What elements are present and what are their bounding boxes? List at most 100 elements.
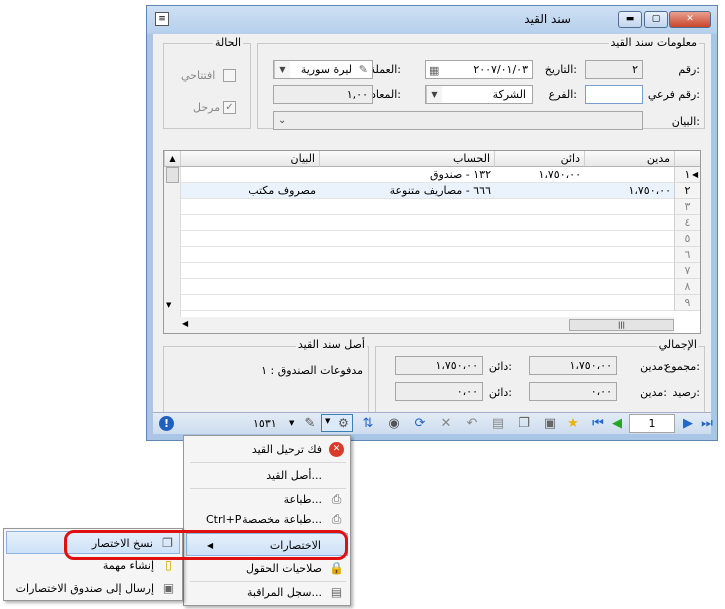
statement-cell[interactable]: مصروف مكتب	[180, 183, 319, 198]
account-cell[interactable]	[319, 279, 494, 294]
account-cell[interactable]	[319, 247, 494, 262]
account-cell[interactable]	[319, 263, 494, 278]
branch-dropdown[interactable]: الشركة ▼	[425, 85, 533, 104]
debit-column-header[interactable]: مدين	[584, 151, 674, 167]
credit-cell[interactable]: ١،٧٥٠،٠٠	[494, 167, 584, 182]
credit-cell[interactable]	[494, 263, 584, 278]
balance-credit-field[interactable]: ٠،٠٠	[395, 382, 483, 401]
subnumber-field[interactable]	[585, 85, 643, 104]
vertical-scrollbar[interactable]: ▼	[164, 167, 181, 333]
row-number[interactable]: ٢	[674, 183, 700, 199]
chevron-down-icon[interactable]: ▼	[274, 61, 290, 78]
horizontal-scrollbar[interactable]: ||| ◀	[180, 317, 674, 333]
balance-debit-field[interactable]: ٠،٠٠	[529, 382, 617, 401]
currency-dropdown[interactable]: ليرة سورية ✎ ▼	[273, 60, 373, 79]
account-cell[interactable]: ١٣٢ - صندوق	[319, 167, 494, 182]
row-number[interactable]: ٤	[674, 215, 700, 231]
submenu-item-send-to-box[interactable]: إرسال إلى صندوق الاختصارات ▣	[6, 577, 180, 600]
debit-cell[interactable]	[584, 279, 674, 294]
debit-cell[interactable]	[584, 247, 674, 262]
credit-cell[interactable]	[494, 279, 584, 294]
table-row[interactable]	[180, 279, 674, 295]
row-number[interactable]: ٩	[674, 295, 700, 311]
statement-cell[interactable]	[180, 199, 319, 214]
row-number[interactable]: ٧	[674, 263, 700, 279]
debit-cell[interactable]	[584, 215, 674, 230]
sort-icon[interactable]: ⇅	[360, 416, 376, 432]
credit-cell[interactable]	[494, 247, 584, 262]
sum-debit-field[interactable]: ١،٧٥٠،٠٠	[529, 356, 617, 375]
row-number[interactable]: ٥	[674, 231, 700, 247]
statement-cell[interactable]	[180, 231, 319, 246]
debit-cell[interactable]	[584, 199, 674, 214]
attachment-icon[interactable]: ✎	[302, 416, 318, 432]
menu-item-field-permissions[interactable]: صلاحيات الحقول 🔒	[186, 557, 348, 580]
refresh-icon[interactable]: ⟳	[412, 416, 428, 432]
table-row[interactable]	[180, 263, 674, 279]
chevron-down-icon[interactable]: ▼	[426, 86, 442, 103]
table-row[interactable]	[180, 295, 674, 311]
minimize-button[interactable]: ▬	[618, 11, 642, 28]
scroll-down-arrow-icon[interactable]: ▼	[166, 301, 171, 309]
statement-cell[interactable]	[180, 279, 319, 294]
statement-column-header[interactable]: البيان	[180, 151, 319, 167]
credit-cell[interactable]	[494, 215, 584, 230]
debit-cell[interactable]	[584, 167, 674, 182]
save-icon[interactable]: ▣	[542, 416, 558, 432]
copy-icon[interactable]: ❐	[516, 416, 532, 432]
statement-cell[interactable]	[180, 167, 319, 182]
account-cell[interactable]	[319, 199, 494, 214]
menu-item-audit-log[interactable]: سجل المراقبة... ▤	[186, 581, 348, 604]
table-row[interactable]: ١،٧٥٠،٠٠ ١٣٢ - صندوق	[180, 167, 674, 183]
number-field[interactable]: ٢	[585, 60, 643, 79]
opening-checkbox[interactable]	[223, 69, 236, 82]
title-bar[interactable]: ≡ سند القيد ▬ ▢ ✕	[147, 6, 717, 34]
info-icon[interactable]: !	[159, 416, 174, 431]
table-row[interactable]	[180, 231, 674, 247]
chevron-down-icon[interactable]: ▼	[289, 419, 294, 427]
debit-cell[interactable]	[584, 263, 674, 278]
horizontal-scroll-thumb[interactable]: |||	[569, 319, 674, 331]
credit-column-header[interactable]: دائن	[494, 151, 584, 167]
row-number[interactable]: ٦	[674, 247, 700, 263]
table-row[interactable]	[180, 247, 674, 263]
menu-item-source[interactable]: أصل القيد...	[186, 464, 348, 487]
account-column-header[interactable]: الحساب	[319, 151, 494, 167]
account-cell[interactable]	[319, 295, 494, 310]
row-number[interactable]: ٨	[674, 279, 700, 295]
statement-cell[interactable]	[180, 247, 319, 262]
rate-field[interactable]: ١,٠٠	[273, 85, 373, 104]
sum-credit-field[interactable]: ١،٧٥٠،٠٠	[395, 356, 483, 375]
scroll-left-arrow-icon[interactable]: ◀	[182, 319, 188, 328]
table-row[interactable]	[180, 215, 674, 231]
next-record-icon[interactable]: ▶	[680, 416, 696, 432]
credit-cell[interactable]	[494, 199, 584, 214]
record-position-field[interactable]: 1	[629, 414, 675, 433]
menu-item-unpost[interactable]: فك ترحيل القيد ✕	[186, 438, 348, 461]
delete-icon[interactable]: ✕	[438, 416, 454, 432]
system-menu-icon[interactable]: ≡	[155, 12, 169, 26]
posted-checkbox[interactable]: ✓	[223, 101, 236, 114]
last-record-icon[interactable]: ⏭	[699, 416, 715, 432]
account-cell[interactable]	[319, 215, 494, 230]
debit-cell[interactable]: ١،٧٥٠،٠٠	[584, 183, 674, 198]
date-field[interactable]: ٢٠٠٧/٠١/٠٣ ▦	[425, 60, 533, 79]
account-cell[interactable]: ٦٦٦ - مصاريف متنوعة	[319, 183, 494, 198]
credit-cell[interactable]	[494, 295, 584, 310]
previous-record-icon[interactable]: ◀	[609, 416, 625, 432]
close-button[interactable]: ✕	[669, 11, 711, 28]
maximize-button[interactable]: ▢	[644, 11, 668, 28]
table-row[interactable]	[180, 199, 674, 215]
vertical-scroll-thumb[interactable]	[166, 167, 179, 183]
chevron-down-icon[interactable]: ⌄	[278, 112, 286, 129]
table-row[interactable]: ١،٧٥٠،٠٠ ٦٦٦ - مصاريف متنوعة مصروف مكتب	[180, 183, 674, 199]
debit-cell[interactable]	[584, 295, 674, 310]
account-cell[interactable]	[319, 231, 494, 246]
statement-cell[interactable]	[180, 215, 319, 230]
credit-cell[interactable]	[494, 183, 584, 198]
calendar-icon[interactable]: ▦	[429, 62, 439, 78]
statement-cell[interactable]	[180, 263, 319, 278]
paste-icon[interactable]: ▤	[490, 416, 506, 432]
debit-cell[interactable]	[584, 231, 674, 246]
menu-item-custom-print[interactable]: طباعة مخصصة... Ctrl+P ⎙	[186, 508, 348, 531]
